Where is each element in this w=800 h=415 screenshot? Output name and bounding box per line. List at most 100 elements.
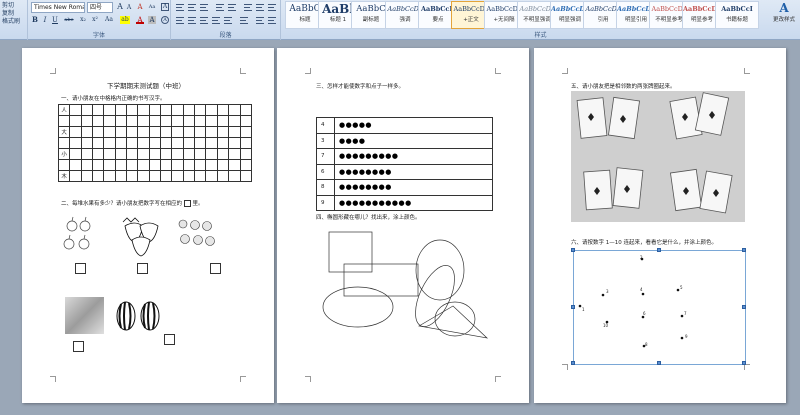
dot-cell[interactable]: ●●●●● bbox=[334, 117, 493, 134]
line-spacing-icon[interactable] bbox=[240, 17, 248, 24]
font-size-select[interactable]: 四号 bbox=[87, 2, 113, 13]
grid-row-char: 大 bbox=[57, 126, 71, 138]
bullets-icon[interactable] bbox=[176, 4, 184, 11]
font-group: Times New Roman 四号 A A A Aa A B I U abe … bbox=[28, 0, 171, 40]
font-family-select[interactable]: Times New Roman bbox=[31, 2, 85, 13]
increase-indent-icon[interactable] bbox=[228, 4, 236, 11]
dot-number: 10 bbox=[603, 323, 609, 328]
row-number: 4 bbox=[316, 117, 335, 134]
grow-font-button[interactable]: A bbox=[116, 3, 124, 11]
dots: ●●●●● bbox=[339, 121, 373, 130]
multilevel-list-icon[interactable] bbox=[200, 4, 208, 11]
question-4: 四、椭圆形藏在哪儿？找出来，涂上颜色。 bbox=[316, 215, 421, 221]
right-ellipse bbox=[434, 301, 476, 337]
question-1: 一、请小朋友在中格格内正确的书写汉字。 bbox=[61, 96, 166, 102]
superscript-button[interactable]: x² bbox=[90, 16, 100, 24]
change-styles-icon: A bbox=[779, 1, 789, 15]
align-left-icon[interactable] bbox=[176, 17, 184, 24]
document-page-2[interactable] bbox=[277, 48, 529, 403]
dots: ●●●●●●●●● bbox=[339, 152, 399, 161]
dots-table: 4 ●●●●● 3 ●●●● 7 ●●●●●●●●● 6 ●●●●●●●● 8 ●●●●●… bbox=[316, 117, 493, 211]
crop-mark bbox=[305, 68, 311, 74]
shapes-drawing[interactable] bbox=[315, 228, 490, 343]
dots: ●●●●●●●● bbox=[339, 167, 392, 176]
dot-number: 7 bbox=[684, 311, 687, 316]
dot-number: 8 bbox=[645, 342, 648, 347]
dot-cell[interactable]: ●●●● bbox=[334, 132, 493, 149]
dot-cell[interactable]: ●●●●●●●●● bbox=[334, 148, 493, 165]
sort-icon[interactable] bbox=[256, 4, 264, 11]
bold-button[interactable]: B bbox=[31, 16, 39, 24]
underline-button[interactable]: U bbox=[51, 16, 59, 24]
ribbon: 剪切 复制 格式刷 Times New Roman 四号 A A A Aa A … bbox=[0, 0, 800, 40]
align-right-icon[interactable] bbox=[200, 17, 208, 24]
char-border-button[interactable]: A bbox=[161, 3, 169, 11]
styles-group: AaBbC 标题 AaBl 标题 1 AaBbC 副标题 AaBbCcDc 强调… bbox=[281, 0, 800, 40]
dot-cell[interactable]: ●●●●●●●● bbox=[334, 163, 493, 180]
subscript-button[interactable]: x₂ bbox=[78, 16, 88, 24]
writing-grid: 人 大 小 木 bbox=[57, 104, 253, 182]
dot-number: 2 bbox=[640, 255, 643, 260]
small-ellipse bbox=[322, 286, 394, 328]
question-2-text: 二、每堆水果有多少？请小朋友把数字写在相应的 bbox=[61, 201, 183, 207]
highlight-button[interactable]: ab bbox=[120, 16, 130, 24]
italic-button[interactable]: I bbox=[41, 16, 49, 24]
rectangle-shape bbox=[343, 263, 419, 297]
shading-icon[interactable] bbox=[256, 17, 264, 24]
answer-box-strawberries[interactable] bbox=[137, 263, 148, 274]
question-5: 五、请小朋友把是相邻数的两张牌圈起来。 bbox=[571, 84, 676, 90]
crop-mark bbox=[240, 68, 246, 74]
crop-mark bbox=[50, 376, 56, 382]
show-marks-icon[interactable] bbox=[268, 4, 276, 11]
dots: ●●●●●●●● bbox=[339, 183, 392, 192]
styles-group-label: 样式 bbox=[534, 32, 547, 39]
numbering-icon[interactable] bbox=[188, 4, 196, 11]
clear-format-button[interactable]: A bbox=[136, 3, 144, 11]
question-6: 六、请按数字 1—10 连起来，看看它是什么，并涂上颜色。 bbox=[571, 240, 717, 246]
answer-box-loquats[interactable] bbox=[210, 263, 221, 274]
crop-mark bbox=[744, 68, 750, 74]
format-painter-button[interactable]: 格式刷 bbox=[2, 18, 20, 26]
font-color-button[interactable]: A bbox=[136, 16, 144, 24]
dots: ●●●●●●●●●●● bbox=[339, 198, 412, 207]
row-number: 9 bbox=[316, 194, 335, 211]
change-styles-label: 更改样式 bbox=[772, 17, 795, 23]
watermelons-icon bbox=[116, 301, 160, 331]
change-case-button[interactable]: Aa bbox=[104, 16, 114, 24]
clipboard-commands: 剪切 复制 格式刷 bbox=[2, 2, 20, 26]
align-center-icon[interactable] bbox=[188, 17, 196, 24]
grapes-photo bbox=[65, 297, 104, 334]
char-shading-button[interactable]: A bbox=[148, 16, 156, 24]
dot-cell[interactable]: ●●●●●●●●●●● bbox=[334, 194, 493, 211]
enclose-char-button[interactable]: A bbox=[161, 16, 169, 24]
chinese-layout-icon[interactable] bbox=[244, 4, 252, 11]
strikethrough-button[interactable]: abe bbox=[63, 16, 75, 24]
justify-icon[interactable] bbox=[212, 17, 220, 24]
grid-row-char: 人 bbox=[57, 104, 71, 116]
phonetic-guide-button[interactable]: Aa bbox=[148, 3, 156, 11]
copy-button[interactable]: 复制 bbox=[2, 10, 20, 18]
table-row: 9 ●●●●●●●●●●● bbox=[316, 194, 493, 211]
answer-box-watermelons[interactable] bbox=[164, 334, 175, 345]
change-styles-button[interactable]: A 更改样式 bbox=[770, 1, 798, 29]
shrink-font-button[interactable]: A bbox=[125, 4, 133, 12]
crop-mark bbox=[305, 376, 311, 382]
row-number: 3 bbox=[316, 132, 335, 149]
answer-box-grapes[interactable] bbox=[73, 341, 84, 352]
borders-icon[interactable] bbox=[268, 17, 276, 24]
dot-cell[interactable]: ●●●●●●●● bbox=[334, 179, 493, 196]
row-number: 6 bbox=[316, 163, 335, 180]
decrease-indent-icon[interactable] bbox=[216, 4, 224, 11]
dot-number: 6 bbox=[643, 311, 646, 316]
question-2: 二、每堆水果有多少？请小朋友把数字写在相应的 里。 bbox=[61, 199, 204, 207]
dots: ●●●● bbox=[339, 136, 366, 145]
question-2-tail: 里。 bbox=[192, 201, 204, 207]
cut-button[interactable]: 剪切 bbox=[2, 2, 20, 10]
style-book-title[interactable]: AaBbCcI 书籍标题 bbox=[715, 1, 759, 29]
crop-mark bbox=[495, 68, 501, 74]
answer-box-apples[interactable] bbox=[75, 263, 86, 274]
table-row: 6 ●●●●●●●● bbox=[316, 163, 493, 180]
distributed-icon[interactable] bbox=[224, 17, 232, 24]
style-sample: AaBbCcI bbox=[721, 5, 753, 13]
dot-number: 4 bbox=[640, 287, 643, 292]
